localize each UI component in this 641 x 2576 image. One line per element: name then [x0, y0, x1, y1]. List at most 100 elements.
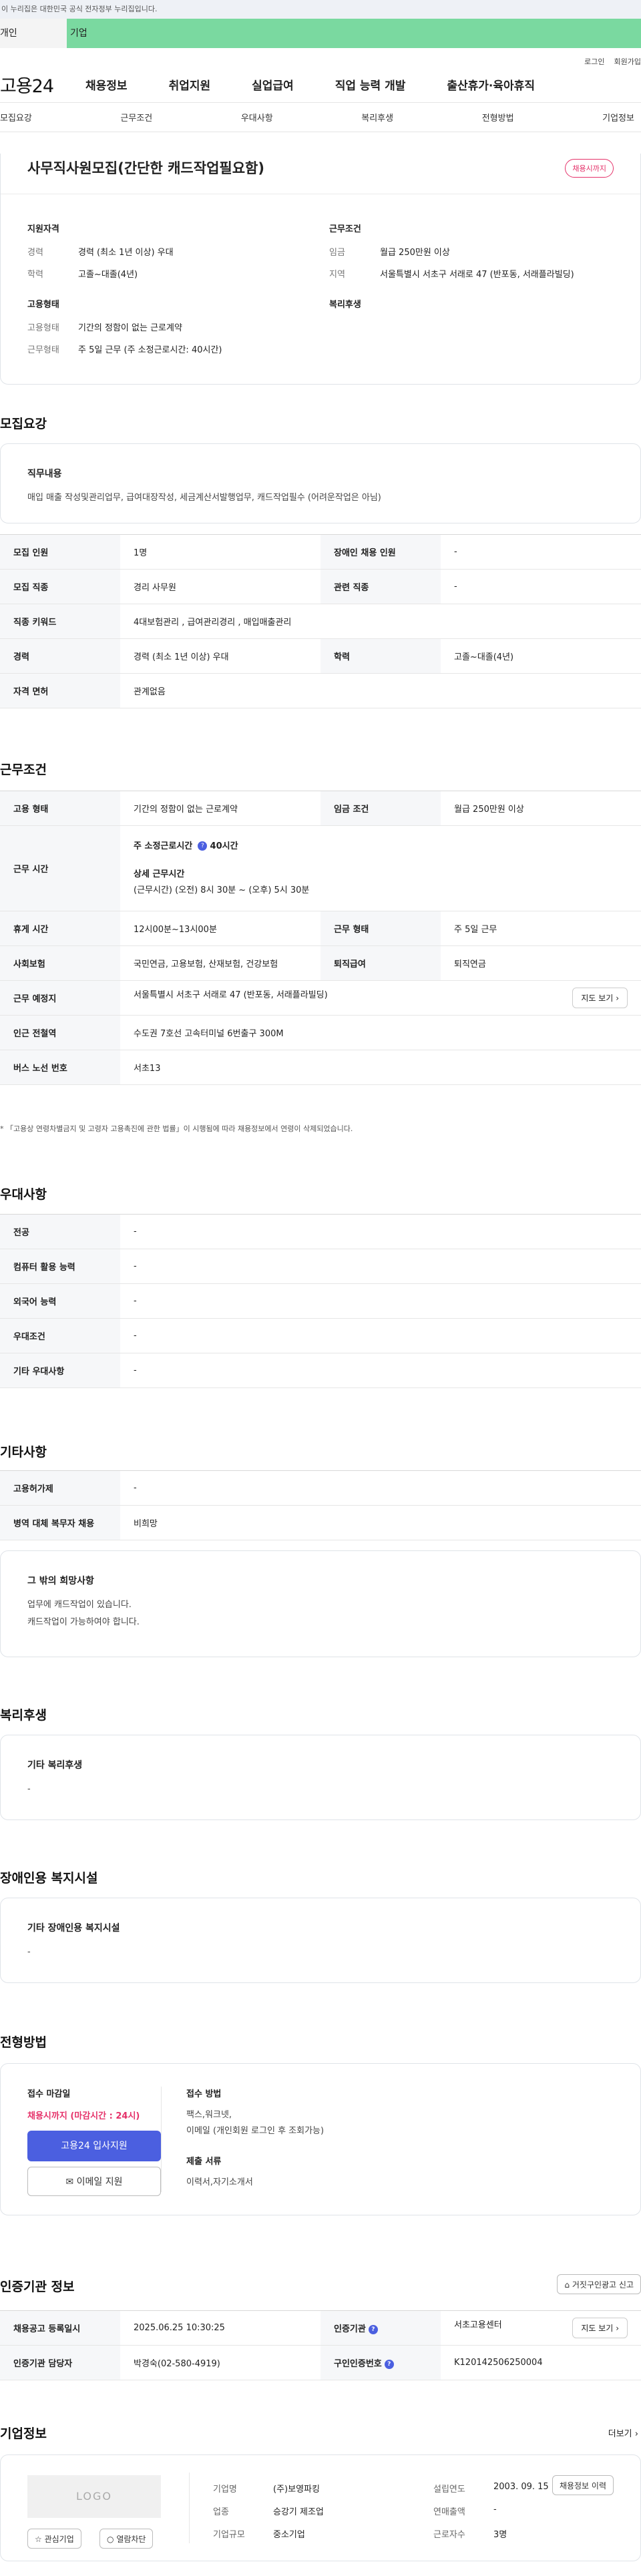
place-value: 서울특별시 서초구 서래로 47 (반포동, 서래플라빌딩): [134, 990, 328, 1000]
agency-map-button[interactable]: 지도 보기 ›: [572, 2318, 628, 2338]
weekly-hours-value: 40시간: [210, 841, 238, 851]
top-links: 로그인 회원가입: [0, 48, 641, 67]
table-key: 모집 직종: [0, 569, 120, 604]
company-more-link[interactable]: 더보기 ›: [608, 2426, 638, 2439]
summary-key: 학력: [27, 270, 43, 280]
table-row: 근무 예정지 서울특별시 서초구 서래로 47 (반포동, 서래플라빌딩) 지도 보…: [0, 980, 641, 1016]
tab-company[interactable]: 기업: [67, 19, 254, 48]
section-nav-recruit[interactable]: 모집요강: [0, 111, 32, 124]
report-fake-ad-button[interactable]: ⌂ 거짓구인광고 신고: [557, 2274, 641, 2294]
table-key: 채용공고 등록일시: [0, 2310, 120, 2346]
section-nav-preference[interactable]: 우대사항: [241, 111, 273, 124]
section-nav-conditions[interactable]: 근무조건: [120, 111, 152, 124]
table-value: 퇴직연금: [441, 945, 641, 981]
agency-section-title: 인증기관 정보: [0, 2280, 75, 2294]
table-key: 버스 노선 번호: [0, 1050, 120, 1085]
table-key: 경력: [0, 638, 120, 674]
summary-row: 지역 서울특별시 서초구 서래로 47 (반포동, 서래플라빌딩): [329, 267, 574, 280]
signup-link[interactable]: 회원가입: [614, 56, 641, 67]
table-value: 서초13: [120, 1050, 641, 1085]
table-value: 국민연금, 고용보험, 산재보험, 건강보험: [120, 945, 320, 981]
company-row: 기업명 (주)보영파킹 설립연도 2003. 09. 15: [213, 2482, 549, 2495]
docs-heading: 제출 서류: [186, 2157, 222, 2167]
company-key: 근로자수: [433, 2530, 465, 2540]
gnb-item-leave[interactable]: 출산휴가·육아휴직: [447, 76, 535, 93]
table-key: 휴게 시간: [0, 911, 120, 946]
table-row: 버스 노선 번호 서초13: [0, 1050, 641, 1085]
table-value: 4대보험관리 , 급여관리경리 , 매입매출관리: [120, 604, 641, 639]
table-row: 휴게 시간 12시00분~13시00분 근무 형태 주 5일 근무: [0, 911, 641, 946]
home-icon: ⌂: [564, 2280, 570, 2290]
deadline-badge: 채용시까지: [565, 159, 614, 178]
summary-value: 서울특별시 서초구 서래로 47 (반포동, 서래플라빌딩): [380, 270, 574, 280]
summary-row: 경력 경력 (최소 1년 이상) 우대: [27, 245, 222, 258]
docs-value: 이력서,자기소개서: [186, 2177, 253, 2187]
company-value: 승강기 제조업: [273, 2507, 324, 2517]
table-key: 우대조건: [0, 1318, 120, 1353]
detail-hours-value: (근무시간) (오전) 8시 30분 ~ (오후) 5시 30분: [134, 885, 310, 895]
table-key: 구인인증번호?: [320, 2345, 441, 2380]
recruit-section-title: 모집요강: [0, 417, 47, 431]
table-key: 인근 전철역: [0, 1015, 120, 1050]
summary-value: 경력 (최소 1년 이상) 우대: [78, 248, 174, 258]
hope-heading: 그 밖의 희망사항: [27, 1576, 94, 1586]
info-icon[interactable]: ?: [368, 2324, 378, 2334]
welfare-box: 기타 복리후생 -: [0, 1735, 641, 1820]
info-icon[interactable]: ?: [384, 2359, 394, 2369]
report-label: 거짓구인광고 신고: [572, 2280, 634, 2290]
company-key: 기업규모: [213, 2530, 245, 2540]
table-row: 인증기관 담당자 박경숙(02-580-4919) 구인인증번호? K12014250…: [0, 2345, 641, 2380]
site-logo[interactable]: 고용24: [0, 71, 85, 97]
favorite-company-button[interactable]: ☆ 관심기업: [27, 2529, 81, 2549]
section-nav-company[interactable]: 기업정보: [602, 111, 634, 124]
table-row: 인근 전철역 수도권 7호선 고속터미널 6번출구 300M: [0, 1015, 641, 1050]
login-link[interactable]: 로그인: [584, 56, 604, 67]
table-value: 주 5일 근무: [441, 911, 641, 946]
table-value: -: [120, 1283, 641, 1319]
table-row: 직종 키워드 4대보험관리 , 급여관리경리 , 매입매출관리: [0, 604, 641, 639]
summary-key: 지역: [329, 270, 345, 280]
table-row: 사회보험 국민연금, 고용보험, 산재보험, 건강보험 퇴직급여 퇴직연금: [0, 945, 641, 981]
table-value: 관계없음: [120, 673, 641, 708]
disabled-box-heading: 기타 장애인용 복지시설: [27, 1923, 120, 1934]
age-note: * 「고용상 연령차별금지 및 고령자 고용촉진에 관한 법률」이 시행됨에 따…: [0, 1124, 353, 1133]
welfare-box-heading: 기타 복리후생: [27, 1760, 83, 1771]
map-button[interactable]: 지도 보기 ›: [572, 988, 628, 1008]
tab-personal[interactable]: 개인: [0, 19, 67, 48]
email-apply-button[interactable]: ✉ 이메일 지원: [27, 2167, 161, 2196]
disabled-section-title: 장애인용 복지시설: [0, 1871, 98, 1886]
apply-button[interactable]: 고용24 입사지원: [27, 2131, 161, 2161]
section-nav-welfare[interactable]: 복리후생: [361, 111, 393, 124]
gnb-item-jobs[interactable]: 채용정보: [85, 76, 128, 93]
summary-value: 월급 250만원 이상: [380, 248, 450, 258]
hours-cell: 주 소정근로시간 ? 40시간 상세 근무시간 (근무시간) (오전) 8시 3…: [120, 825, 641, 911]
gnb-item-employment-support[interactable]: 취업지원: [169, 76, 211, 93]
section-nav: 모집요강 근무조건 우대사항 복리후생 전형방법 기업정보: [0, 103, 641, 132]
company-row: 업종 승강기 제조업 연매출액 -: [213, 2505, 497, 2517]
divider: [189, 2473, 190, 2543]
table-row: 전공 -: [0, 1214, 641, 1249]
table-value: 기간의 정함이 없는 근로계약: [120, 791, 320, 826]
gnb-item-training[interactable]: 직업 능력 개발: [335, 76, 406, 93]
info-icon[interactable]: ?: [198, 841, 208, 851]
summary-key: 근무형태: [27, 345, 59, 355]
summary-left: 지원자격 경력 경력 (최소 1년 이상) 우대 학력 고졸~대졸(4년) 고용형태…: [27, 222, 222, 365]
mail-icon: ✉: [65, 2177, 74, 2187]
table-key: 장애인 채용 인원: [320, 534, 441, 570]
summary-value: 주 5일 근무 (주 소정근로시간: 40시간): [78, 345, 222, 355]
table-key: 사회보험: [0, 945, 120, 981]
table-key: 직종 키워드: [0, 604, 120, 639]
gnb-item-unemployment-benefit[interactable]: 실업급여: [252, 76, 294, 93]
summary-row: 학력 고졸~대졸(4년): [27, 267, 222, 280]
section-nav-process[interactable]: 전형방법: [482, 111, 514, 124]
table-value: 수도권 7호선 고속터미널 6번출구 300M: [120, 1015, 641, 1050]
welfare-section-title: 복리후생: [0, 1708, 47, 1723]
chevron-right-icon: ›: [634, 2429, 638, 2439]
summary-key: 임금: [329, 248, 345, 258]
block-view-button[interactable]: ○ 열람차단: [99, 2529, 154, 2549]
company-value: 중소기업: [273, 2530, 305, 2540]
user-tabs: 개인 기업: [0, 19, 641, 48]
table-value: 2025.06.25 10:30:25: [120, 2310, 320, 2346]
welfare-box-value: -: [27, 1784, 31, 1794]
job-history-button[interactable]: 채용정보 이력: [552, 2475, 614, 2495]
